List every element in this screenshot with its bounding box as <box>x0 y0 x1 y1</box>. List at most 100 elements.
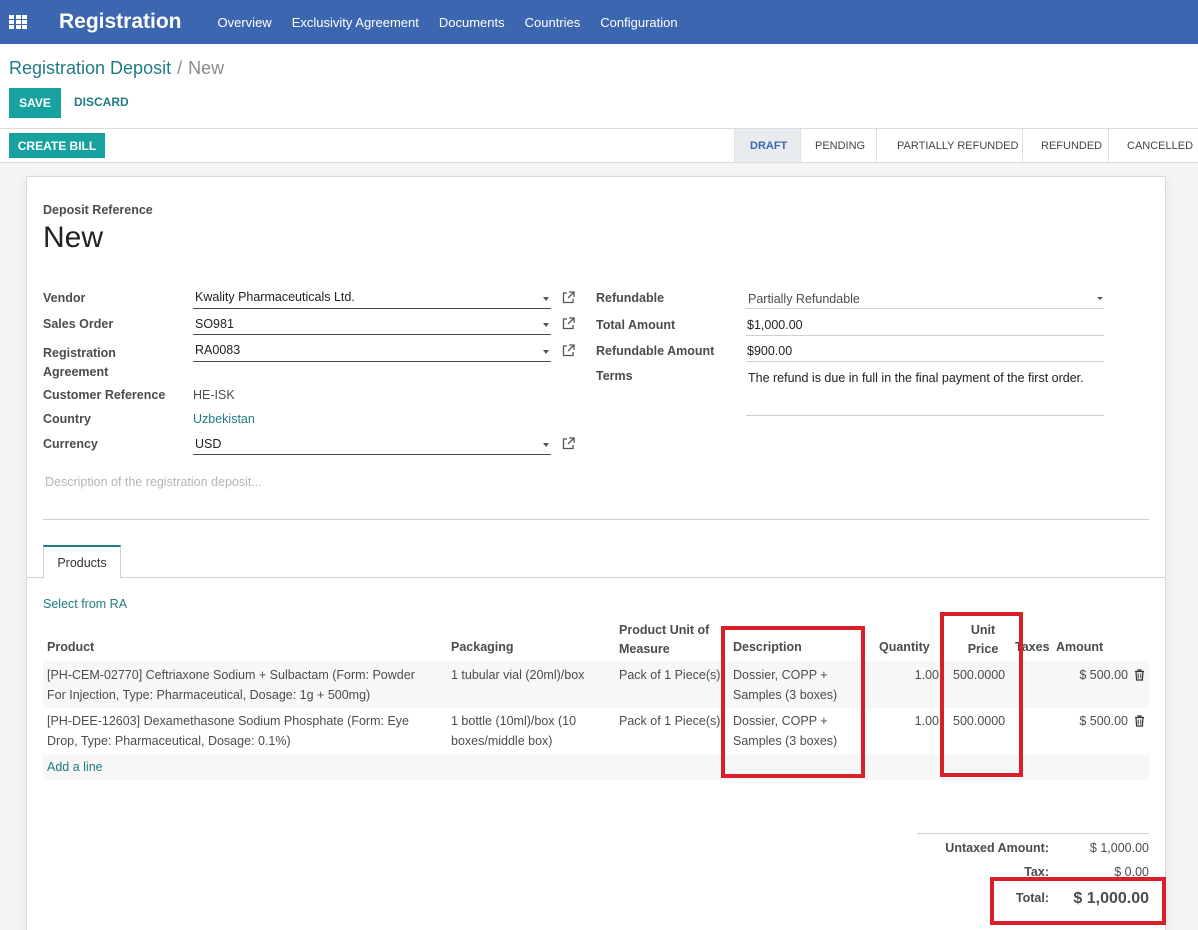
top-navbar: Registration Overview Exclusivity Agreem… <box>0 0 1198 44</box>
breadcrumb-parent[interactable]: Registration Deposit <box>9 58 171 78</box>
vendor-label: Vendor <box>43 291 86 305</box>
unit-price-highlight-box <box>940 612 1023 777</box>
currency-value: USD <box>195 437 222 451</box>
menu-exclusivity-agreement[interactable]: Exclusivity Agreement <box>292 15 419 30</box>
total-amount-field[interactable]: $1,000.00 <box>746 314 1104 336</box>
customer-reference-label: Customer Reference <box>43 388 166 402</box>
sales-order-field[interactable]: SO981 <box>193 314 551 335</box>
row-product-cell: [PH-CEM-02770] Ceftriaxone Sodium + Sulb… <box>47 665 415 705</box>
total-amount-label: Total Amount <box>596 318 676 332</box>
stage-partially-refunded[interactable]: PARTIALLY REFUNDED <box>876 129 1022 162</box>
row-product-line-1: [PH-DEE-12603] Dexamethasone Sodium Phos… <box>47 714 409 728</box>
currency-label: Currency <box>43 437 98 451</box>
breadcrumb-current: New <box>188 58 225 78</box>
country-label: Country <box>43 412 91 426</box>
description-placeholder[interactable]: Description of the registration deposit.… <box>45 475 262 489</box>
registration-agreement-label-line-2: Agreement <box>43 365 109 379</box>
vendor-value: Kwality Pharmaceuticals Ltd. <box>195 290 355 304</box>
tab-products[interactable]: Products <box>43 545 121 578</box>
row-uom: Pack of 1 Piece(s) <box>619 714 721 728</box>
menu-configuration[interactable]: Configuration <box>600 15 677 30</box>
tabs-baseline <box>27 577 1165 578</box>
refundable-amount-field[interactable]: $900.00 <box>746 340 1104 362</box>
agreement-external-link-icon[interactable] <box>562 344 575 357</box>
refundable-value: Partially Refundable <box>748 292 860 306</box>
control-panel: Registration Deposit / New SAVE DISCARD <box>0 44 1198 129</box>
deposit-reference-value: New <box>43 221 104 254</box>
refundable-dropdown-caret-icon[interactable] <box>1097 297 1103 300</box>
stage-cancelled[interactable]: CANCELLED <box>1108 129 1198 162</box>
row-packaging-line-1: 1 bottle (10ml)/box (10 <box>451 714 577 728</box>
description-divider <box>43 519 1149 520</box>
row-product-line-2: For Injection, Type: Pharmaceutical, Dos… <box>47 688 371 702</box>
trash-icon[interactable] <box>1134 715 1145 727</box>
breadcrumb-separator: / <box>177 58 183 78</box>
agreement-dropdown-caret-icon[interactable] <box>543 350 549 354</box>
row-product-cell: [PH-DEE-12603] Dexamethasone Sodium Phos… <box>47 711 409 751</box>
column-amount[interactable]: Amount <box>1056 640 1103 654</box>
column-uom-line-1: Product Unit of <box>619 623 710 637</box>
breadcrumb: Registration Deposit / New <box>9 58 224 79</box>
discard-button[interactable]: DISCARD <box>74 95 129 109</box>
terms-value: The refund is due in full in the final p… <box>748 371 1084 385</box>
refundable-amount-value: $900.00 <box>747 344 793 358</box>
row-quantity: 1.00 <box>914 668 939 682</box>
stage-pipeline: DRAFT PENDING PARTIALLY REFUNDED REFUNDE… <box>734 129 1198 162</box>
sales-order-label: Sales Order <box>43 317 114 331</box>
customer-reference-value: HE-ISK <box>193 388 235 402</box>
description-highlight-box <box>721 626 865 778</box>
menu-overview[interactable]: Overview <box>218 15 272 30</box>
total-amount-value: $1,000.00 <box>747 318 803 332</box>
currency-external-link-icon[interactable] <box>562 437 575 450</box>
country-link[interactable]: Uzbekistan <box>193 412 255 426</box>
refundable-label: Refundable <box>596 291 665 305</box>
stage-draft[interactable]: DRAFT <box>734 129 800 162</box>
menu-documents[interactable]: Documents <box>439 15 505 30</box>
registration-agreement-label-line-1: Registration <box>43 346 116 360</box>
currency-dropdown-caret-icon[interactable] <box>543 443 549 447</box>
row-amount: $ 500.00 <box>1079 714 1128 728</box>
currency-field[interactable]: USD <box>193 434 551 455</box>
statusbar: CREATE BILL DRAFT PENDING PARTIALLY REFU… <box>0 129 1198 163</box>
save-button[interactable]: SAVE <box>9 88 61 118</box>
column-product[interactable]: Product <box>47 640 94 654</box>
add-a-line-link[interactable]: Add a line <box>47 757 103 777</box>
registration-agreement-label: Registration Agreement <box>43 344 116 382</box>
create-bill-button[interactable]: CREATE BILL <box>9 133 105 158</box>
deposit-reference-label: Deposit Reference <box>43 203 153 217</box>
app-brand[interactable]: Registration <box>59 10 182 34</box>
vendor-external-link-icon[interactable] <box>562 291 575 304</box>
vendor-dropdown-caret-icon[interactable] <box>543 297 549 301</box>
stage-refunded[interactable]: REFUNDED <box>1022 129 1108 162</box>
untaxed-amount-value: $ 1,000.00 <box>1089 841 1149 855</box>
row-uom: Pack of 1 Piece(s) <box>619 668 721 682</box>
row-product-line-2: Drop, Type: Pharmaceutical, Dosage: 0.1%… <box>47 734 291 748</box>
row-quantity: 1.00 <box>914 714 939 728</box>
terms-field[interactable]: The refund is due in full in the final p… <box>746 366 1104 416</box>
row-packaging-cell: 1 tubular vial (20ml)/box <box>451 665 584 685</box>
registration-agreement-value: RA0083 <box>195 343 241 357</box>
row-packaging-line-2: boxes/middle box) <box>451 734 553 748</box>
refundable-select[interactable]: Partially Refundable <box>746 288 1104 309</box>
trash-icon[interactable] <box>1134 669 1145 681</box>
column-uom-line-2: Measure <box>619 642 670 656</box>
row-product-line-1: [PH-CEM-02770] Ceftriaxone Sodium + Sulb… <box>47 668 415 682</box>
row-amount: $ 500.00 <box>1079 668 1128 682</box>
column-packaging[interactable]: Packaging <box>451 640 514 654</box>
sales-order-external-link-icon[interactable] <box>562 317 575 330</box>
apps-menu-icon[interactable] <box>9 15 27 29</box>
vendor-field[interactable]: Kwality Pharmaceuticals Ltd. <box>193 288 551 309</box>
terms-label: Terms <box>596 369 633 383</box>
sales-order-dropdown-caret-icon[interactable] <box>543 323 549 327</box>
column-quantity[interactable]: Quantity <box>879 640 930 654</box>
menu-countries[interactable]: Countries <box>525 15 581 30</box>
row-packaging-line-1: 1 tubular vial (20ml)/box <box>451 668 585 682</box>
untaxed-amount-label: Untaxed Amount: <box>945 841 1049 855</box>
total-highlight-box <box>990 877 1166 925</box>
totals-divider <box>917 833 1149 834</box>
select-from-ra-link[interactable]: Select from RA <box>43 597 127 611</box>
refundable-amount-label: Refundable Amount <box>596 344 715 358</box>
registration-agreement-field[interactable]: RA0083 <box>193 340 551 362</box>
column-uom[interactable]: Product Unit of Measure <box>619 621 709 659</box>
stage-pending[interactable]: PENDING <box>800 129 876 162</box>
